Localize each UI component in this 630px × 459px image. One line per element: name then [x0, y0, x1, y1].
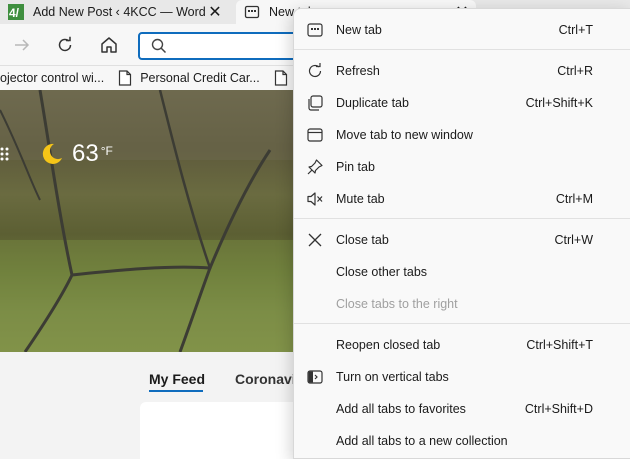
favorite-label: Personal Credit Car...	[140, 71, 260, 85]
menu-item-new-tab[interactable]: New tab Ctrl+T	[294, 16, 630, 44]
vertical-tabs-icon	[307, 370, 323, 384]
menu-item-reopen-closed-tab[interactable]: Reopen closed tab Ctrl+Shift+T	[294, 331, 630, 359]
favorite-projector[interactable]: ojector control wi...	[0, 71, 104, 85]
temperature: 63	[72, 140, 99, 167]
svg-text:4/: 4/	[9, 6, 20, 20]
menu-item-duplicate-tab[interactable]: Duplicate tab Ctrl+Shift+K	[294, 89, 630, 117]
menu-item-move-tab[interactable]: Move tab to new window	[294, 121, 630, 149]
mute-icon	[307, 192, 323, 206]
menu-item-label: Refresh	[336, 64, 380, 78]
home-icon[interactable]	[99, 35, 119, 55]
menu-item-label: Close tab	[336, 233, 389, 247]
menu-item-shortcut: Ctrl+T	[558, 23, 593, 37]
tab-context-menu: New tab Ctrl+T Refresh Ctrl+R Duplicate …	[293, 8, 630, 459]
menu-item-close-tab[interactable]: Close tab Ctrl+W	[294, 226, 630, 254]
menu-item-shortcut: Ctrl+R	[557, 64, 593, 78]
menu-item-label: Add all tabs to favorites	[336, 402, 466, 416]
menu-separator	[294, 49, 630, 50]
duplicate-icon	[308, 95, 323, 111]
favorite-label: ojector control wi...	[0, 71, 105, 85]
menu-item-shortcut: Ctrl+W	[554, 233, 593, 247]
menu-separator	[294, 323, 630, 324]
menu-item-label: Turn on vertical tabs	[336, 370, 449, 384]
menu-item-label: Close tabs to the right	[336, 297, 458, 311]
menu-item-refresh[interactable]: Refresh Ctrl+R	[294, 57, 630, 85]
site-favicon-icon: 4/	[8, 4, 24, 20]
search-icon	[151, 38, 167, 54]
pin-icon	[307, 159, 323, 175]
close-tab-icon[interactable]: ✕	[205, 2, 225, 22]
menu-separator	[294, 218, 630, 219]
menu-item-close-tabs-right: Close tabs to the right	[294, 290, 630, 318]
menu-item-shortcut: Ctrl+Shift+D	[524, 402, 593, 416]
new-tab-icon	[307, 23, 323, 37]
menu-item-label: Close other tabs	[336, 265, 428, 279]
menu-item-add-tabs-favorites[interactable]: Add all tabs to favorites Ctrl+Shift+D	[294, 395, 630, 423]
apps-grid-icon[interactable]	[0, 146, 10, 162]
moon-icon	[42, 143, 62, 164]
temperature-unit: °F	[100, 144, 113, 158]
menu-item-shortcut: Ctrl+Shift+K	[525, 96, 593, 110]
menu-item-close-other-tabs[interactable]: Close other tabs	[294, 258, 630, 286]
page-icon	[119, 70, 132, 86]
menu-item-label: Pin tab	[336, 160, 375, 174]
new-tab-page-icon	[244, 5, 260, 19]
close-icon	[308, 233, 322, 247]
menu-item-label: Mute tab	[336, 192, 385, 206]
menu-item-label: Move tab to new window	[336, 128, 473, 142]
menu-item-shortcut: Ctrl+M	[555, 192, 593, 206]
page-icon	[274, 70, 287, 86]
menu-item-label: Reopen closed tab	[336, 338, 441, 352]
menu-item-pin-tab[interactable]: Pin tab	[294, 153, 630, 181]
tab-title: Add New Post ‹ 4KCC — WordPress	[33, 5, 205, 19]
favorite-credit-card[interactable]: Personal Credit Car...	[118, 70, 260, 86]
menu-item-vertical-tabs[interactable]: Turn on vertical tabs	[294, 363, 630, 391]
menu-item-label: New tab	[336, 23, 382, 37]
refresh-icon	[308, 63, 322, 78]
menu-item-shortcut: Ctrl+Shift+T	[526, 338, 593, 352]
active-tab-underline	[149, 390, 203, 392]
tab-wordpress[interactable]: 4/ Add New Post ‹ 4KCC — WordPress ✕	[0, 0, 236, 24]
feed-tab-my-feed[interactable]: My Feed	[149, 371, 205, 387]
menu-item-mute-tab[interactable]: Mute tab Ctrl+M	[294, 185, 630, 213]
forward-icon[interactable]	[12, 35, 32, 55]
window-icon	[307, 128, 323, 142]
menu-item-add-tabs-collection[interactable]: Add all tabs to a new collection	[294, 427, 630, 455]
menu-item-label: Add all tabs to a new collection	[336, 434, 508, 448]
menu-item-label: Duplicate tab	[336, 96, 409, 110]
weather-widget[interactable]: 63 °F	[0, 140, 113, 168]
refresh-icon[interactable]	[55, 35, 75, 55]
